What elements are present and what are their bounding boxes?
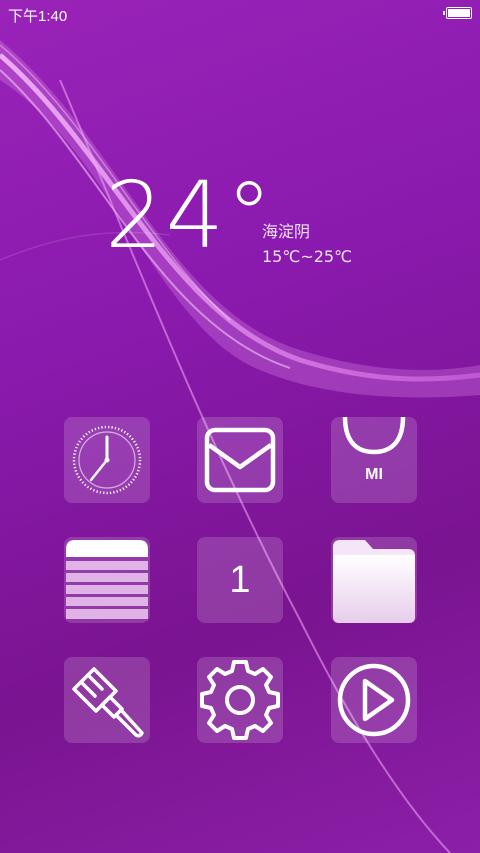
app-themes[interactable] xyxy=(64,657,150,743)
weather-city: 海淀阴 xyxy=(262,222,311,241)
app-calendar[interactable]: 1 xyxy=(197,537,283,623)
app-mi-store[interactable]: MI xyxy=(331,417,417,503)
app-mail[interactable] xyxy=(197,417,283,503)
weather-temperature: 24° xyxy=(105,162,275,269)
clock-icon xyxy=(72,425,142,495)
play-icon xyxy=(337,663,411,737)
mail-icon xyxy=(204,427,276,493)
app-file-manager[interactable] xyxy=(331,537,417,623)
app-notes[interactable] xyxy=(64,537,150,623)
weather-widget[interactable]: 24° 海淀阴 15℃~25℃ xyxy=(105,170,405,280)
status-time: 下午1:40 xyxy=(8,8,68,25)
notes-icon xyxy=(66,540,148,619)
app-clock[interactable] xyxy=(64,417,150,503)
calendar-day: 1 xyxy=(229,559,251,601)
app-settings[interactable] xyxy=(197,657,283,743)
folder-icon xyxy=(333,540,415,623)
battery-icon xyxy=(443,7,472,19)
paintbrush-icon xyxy=(72,667,144,738)
shopping-bag-icon: MI xyxy=(342,417,406,483)
weather-range: 15℃~25℃ xyxy=(262,247,353,266)
mi-logo: MI xyxy=(365,466,383,483)
home-screen: 下午1:40 24° 海淀阴 15℃~25℃ MI 1 xyxy=(0,0,480,853)
gear-icon xyxy=(200,660,280,740)
status-bar: 下午1:40 xyxy=(0,0,480,28)
app-video[interactable] xyxy=(331,657,417,743)
